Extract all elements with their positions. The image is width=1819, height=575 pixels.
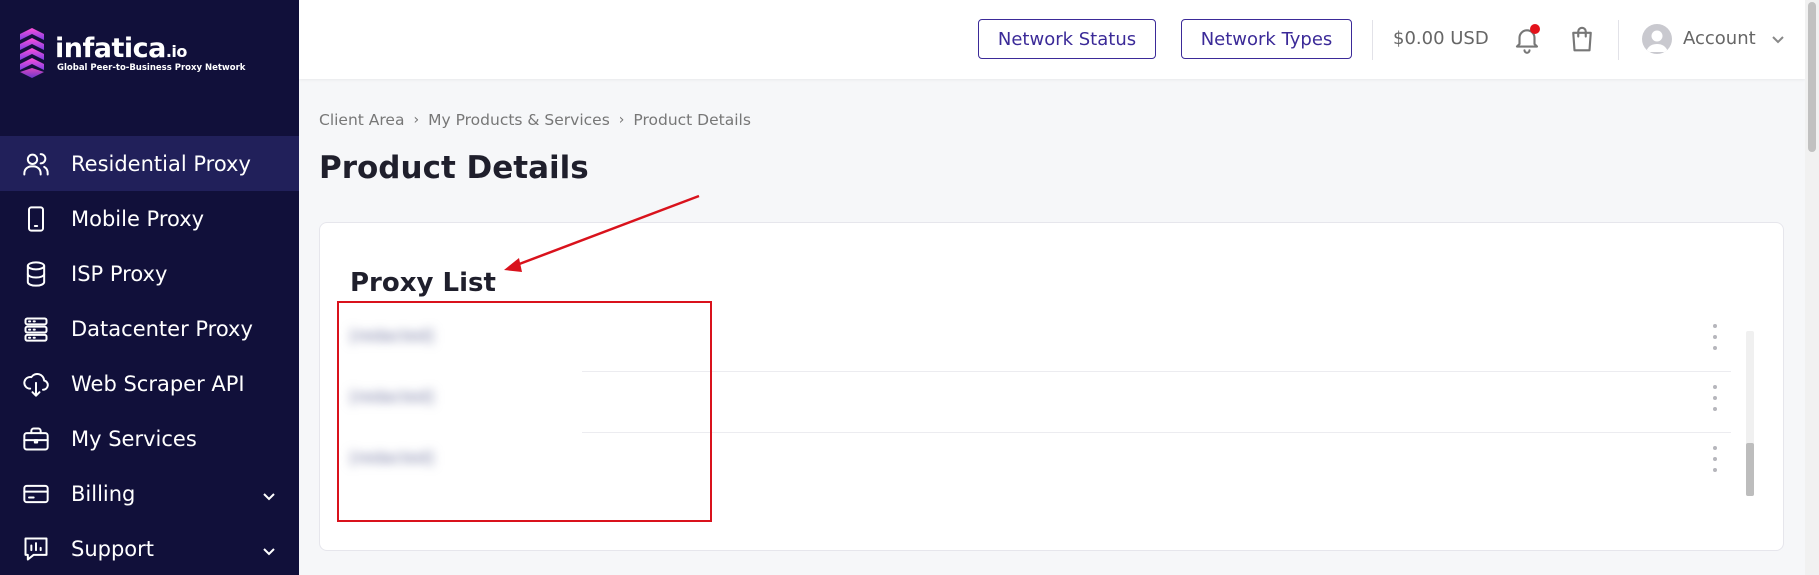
credit-card-icon (22, 480, 50, 508)
sidebar-item-residential-proxy[interactable]: Residential Proxy (0, 136, 299, 191)
header-divider (1618, 20, 1619, 60)
sidebar-item-label: Mobile Proxy (71, 206, 205, 231)
row-divider (582, 371, 1731, 372)
users-icon (22, 150, 50, 178)
notification-dot (1530, 24, 1540, 34)
sidebar-item-label: Billing (71, 481, 136, 506)
logo-mark-icon (20, 28, 44, 78)
breadcrumb: Client Area › My Products & Services › P… (319, 111, 751, 129)
more-options-icon[interactable] (1710, 324, 1720, 350)
sidebar-item-mobile-proxy[interactable]: Mobile Proxy (0, 191, 299, 246)
chevron-right-icon: › (618, 112, 625, 128)
proxy-list-scrollbar-thumb[interactable] (1746, 443, 1754, 496)
briefcase-icon (22, 425, 50, 453)
sidebar-nav: Residential Proxy Mobile Proxy ISP Proxy… (0, 136, 299, 575)
logo-suffix: .io (165, 42, 188, 61)
account-balance[interactable]: $0.00 USD (1393, 28, 1489, 49)
sidebar-item-support[interactable]: Support (0, 521, 299, 575)
sidebar-item-label: Support (71, 536, 155, 561)
proxy-list-scrollbar[interactable] (1746, 331, 1754, 496)
user-avatar-icon (1646, 30, 1668, 52)
more-options-icon[interactable] (1710, 446, 1720, 472)
shopping-bag-icon[interactable] (1567, 24, 1597, 54)
chevron-down-icon[interactable] (261, 540, 277, 556)
page-scrollbar[interactable] (1805, 0, 1819, 575)
logo-text: infatica.io (55, 33, 187, 64)
chart-chat-icon (22, 535, 50, 563)
cloud-download-icon (22, 370, 50, 398)
page-scrollbar-thumb[interactable] (1808, 2, 1816, 152)
sidebar-item-label: Datacenter Proxy (71, 316, 253, 341)
chevron-right-icon: › (413, 112, 420, 128)
breadcrumb-client-area[interactable]: Client Area (319, 111, 404, 129)
row-divider (582, 432, 1731, 433)
sidebar-item-label: ISP Proxy (71, 261, 168, 286)
database-icon (22, 260, 50, 288)
top-header: Network Status Network Types $0.00 USD A… (299, 0, 1805, 79)
sidebar-item-web-scraper-api[interactable]: Web Scraper API (0, 356, 299, 411)
sidebar: infatica.io Global Peer-to-Business Prox… (0, 0, 299, 575)
proxy-list-title: Proxy List (350, 268, 496, 298)
account-menu-label[interactable]: Account (1683, 28, 1756, 49)
breadcrumb-current: Product Details (633, 111, 751, 129)
logo-name: infatica (55, 33, 166, 64)
network-status-button[interactable]: Network Status (978, 19, 1156, 59)
sidebar-item-label: Residential Proxy (71, 151, 251, 176)
chevron-down-icon[interactable] (1770, 31, 1786, 47)
more-options-icon[interactable] (1710, 385, 1720, 411)
brand-logo[interactable]: infatica.io Global Peer-to-Business Prox… (17, 28, 277, 84)
sidebar-item-billing[interactable]: Billing (0, 466, 299, 521)
logo-tagline: Global Peer-to-Business Proxy Network (57, 63, 246, 73)
sidebar-item-my-services[interactable]: My Services (0, 411, 299, 466)
header-divider (1372, 20, 1373, 60)
smartphone-icon (22, 205, 50, 233)
chevron-down-icon[interactable] (261, 485, 277, 501)
network-types-button[interactable]: Network Types (1181, 19, 1352, 59)
sidebar-item-label: Web Scraper API (71, 371, 245, 396)
sidebar-item-isp-proxy[interactable]: ISP Proxy (0, 246, 299, 301)
server-icon (22, 315, 50, 343)
page-title: Product Details (319, 150, 589, 186)
avatar[interactable] (1642, 24, 1672, 54)
annotation-highlight-box (337, 301, 712, 522)
breadcrumb-my-products[interactable]: My Products & Services (428, 111, 610, 129)
notifications-bell-icon[interactable] (1512, 24, 1542, 54)
sidebar-item-label: My Services (71, 426, 197, 451)
sidebar-item-datacenter-proxy[interactable]: Datacenter Proxy (0, 301, 299, 356)
